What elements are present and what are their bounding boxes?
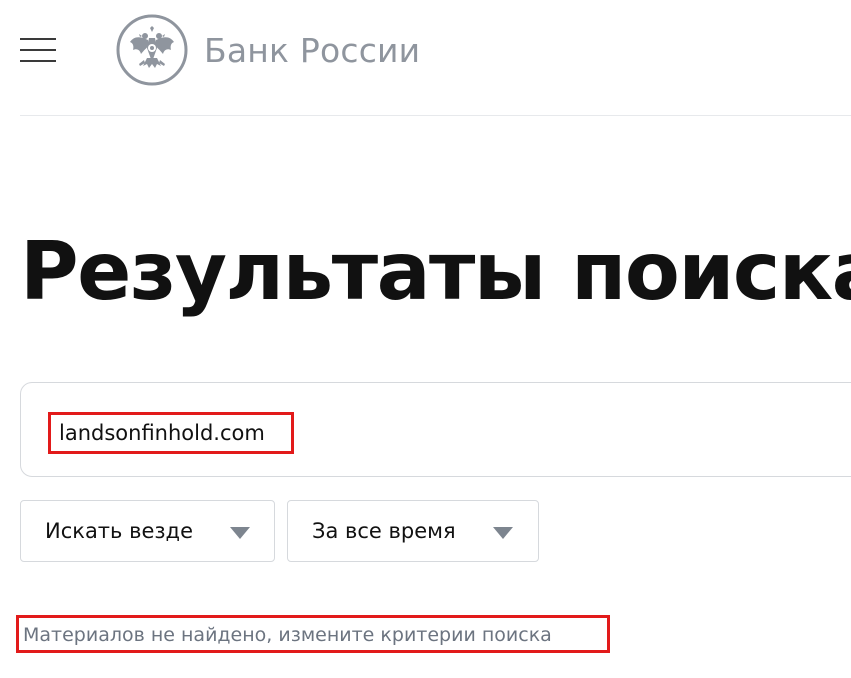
no-results-message: Материалов не найдено, измените критерии… [16,615,610,653]
caret-down-icon [230,527,250,539]
page-title: Результаты поиска [20,225,851,318]
time-period-dropdown[interactable]: За все время [287,500,539,562]
search-query-value[interactable]: landsonfinhold.com [48,412,294,454]
hamburger-menu-icon[interactable] [20,38,56,62]
double-headed-eagle-icon [116,14,188,86]
logo-text: Банк России [204,30,421,70]
search-scope-dropdown[interactable]: Искать везде [20,500,275,562]
bank-of-russia-logo[interactable]: Банк России [116,14,420,86]
caret-down-icon [493,527,513,539]
search-scope-label: Искать везде [45,519,193,543]
time-period-label: За все время [312,519,456,543]
header-divider [20,115,851,116]
